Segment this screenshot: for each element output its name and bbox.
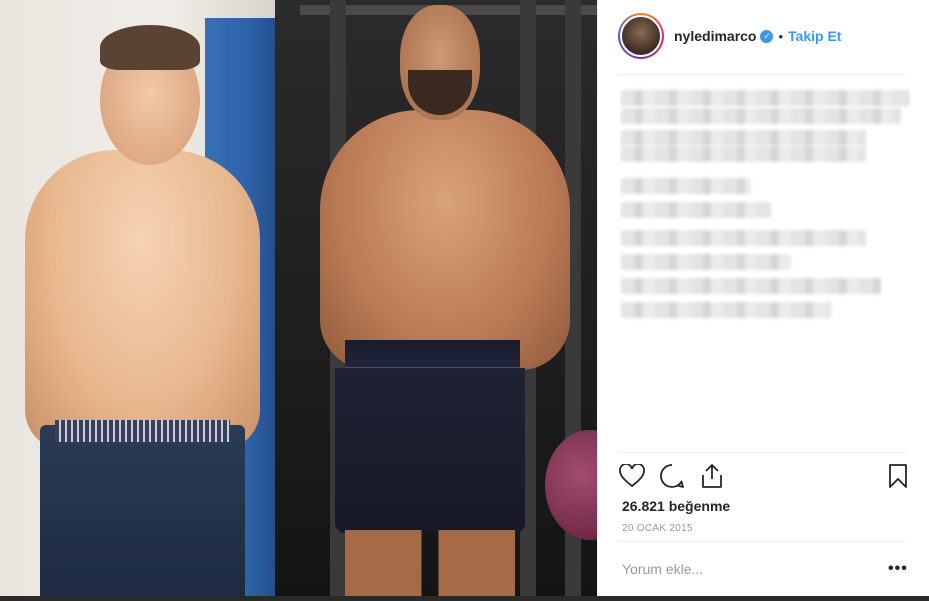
comment-input[interactable]: [622, 556, 862, 582]
photo-shorts: [335, 368, 525, 533]
photo-legs: [345, 530, 515, 601]
bookmark-icon[interactable]: [884, 462, 912, 490]
post-header: nyledimarco ✓ • Takip Et: [618, 10, 910, 62]
photo-waistband-after: [345, 340, 520, 370]
blurred-line: [621, 230, 866, 246]
blurred-line: [621, 254, 791, 270]
heart-icon[interactable]: [618, 462, 646, 490]
avatar[interactable]: [618, 13, 664, 59]
separator-dot: •: [778, 28, 784, 44]
post-sidebar: nyledimarco ✓ • Takip Et 26.821 beğenme: [597, 0, 929, 601]
likes-count[interactable]: 26.821 beğenme: [622, 498, 730, 514]
divider: [618, 541, 908, 542]
comment-bubble-icon[interactable]: [658, 462, 686, 490]
username-link[interactable]: nyledimarco: [674, 28, 756, 44]
blurred-line: [621, 278, 881, 294]
photo-torso-before: [25, 150, 260, 450]
photo-waistband-before: [55, 420, 230, 442]
photo-hair-before: [100, 25, 200, 70]
bottom-edge: [0, 596, 929, 601]
blurred-line: [621, 90, 909, 106]
blurred-line: [621, 108, 901, 124]
action-bar: [618, 462, 910, 492]
blurred-line: [621, 130, 866, 146]
divider: [618, 452, 908, 453]
follow-button[interactable]: Takip Et: [788, 28, 841, 44]
verified-badge-icon: ✓: [760, 29, 774, 43]
photo-jeans: [40, 425, 245, 601]
post-photo[interactable]: [0, 0, 597, 601]
divider: [618, 74, 908, 75]
blurred-line: [621, 146, 866, 162]
share-icon[interactable]: [698, 462, 726, 490]
avatar-image: [620, 15, 662, 57]
more-options-button[interactable]: •••: [888, 560, 908, 578]
photo-torso-after: [320, 110, 570, 370]
blurred-line: [621, 202, 771, 218]
caption-blurred: [618, 88, 910, 323]
blurred-line: [621, 178, 751, 194]
post-date[interactable]: 20 OCAK 2015: [622, 523, 693, 534]
blurred-line: [621, 302, 831, 318]
